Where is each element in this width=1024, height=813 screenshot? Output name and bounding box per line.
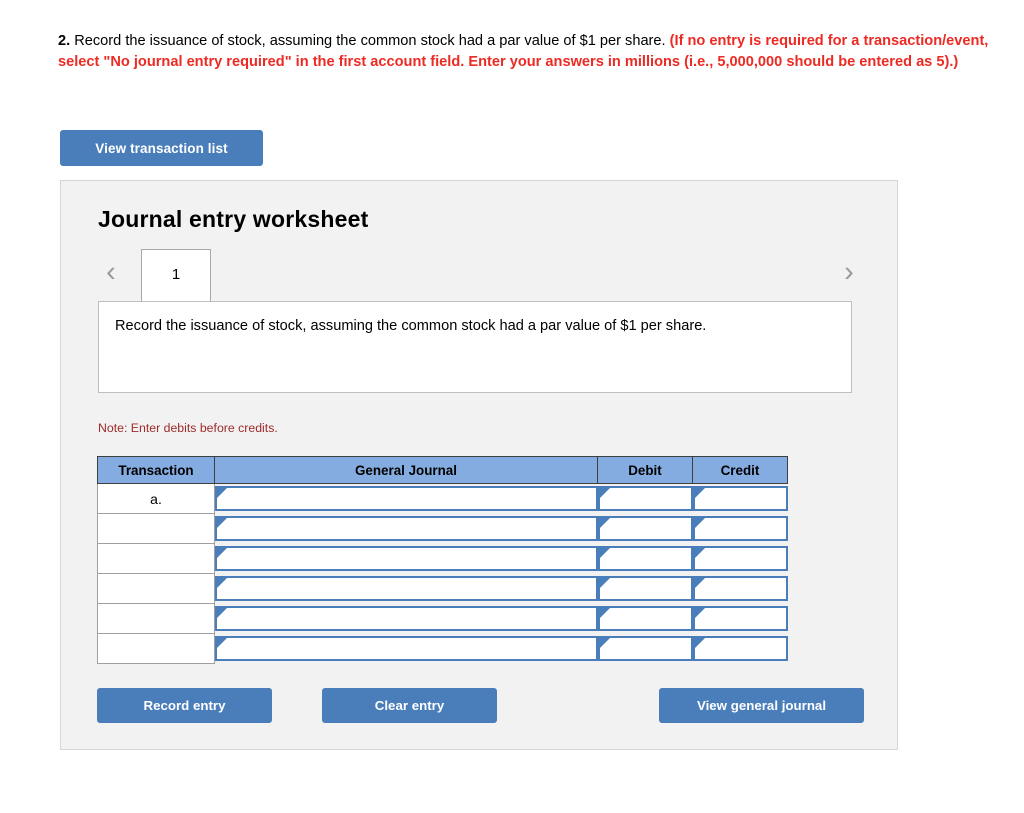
- field-marker-icon: [694, 578, 705, 588]
- table-row: [97, 543, 788, 574]
- field-marker-icon: [217, 518, 227, 528]
- field-marker-icon: [217, 578, 227, 588]
- field-marker-icon: [694, 518, 705, 528]
- field-marker-icon: [599, 608, 610, 618]
- column-header-general-journal: General Journal: [214, 456, 598, 484]
- general-journal-input-cell[interactable]: [214, 603, 598, 634]
- field-marker-icon: [599, 488, 610, 499]
- view-transaction-list-button[interactable]: View transaction list: [60, 130, 263, 166]
- credit-input-cell[interactable]: [692, 633, 788, 664]
- credit-input-cell[interactable]: [692, 483, 788, 514]
- question-prompt: Record the issuance of stock, assuming t…: [70, 33, 670, 49]
- journal-entry-worksheet-panel: Journal entry worksheet ‹ 1 › Record the…: [60, 180, 898, 750]
- debit-input-cell[interactable]: [597, 543, 693, 574]
- table-row: [97, 513, 788, 544]
- table-row: [97, 573, 788, 604]
- column-header-credit: Credit: [692, 456, 788, 484]
- debits-note: Note: Enter debits before credits.: [98, 421, 278, 435]
- general-journal-input-cell[interactable]: [214, 513, 598, 544]
- field-marker-icon: [217, 548, 227, 558]
- record-entry-button[interactable]: Record entry: [97, 688, 272, 723]
- debit-input-cell[interactable]: [597, 573, 693, 604]
- table-row: a.: [97, 483, 788, 514]
- view-general-journal-button[interactable]: View general journal: [659, 688, 864, 723]
- credit-input-cell[interactable]: [692, 573, 788, 604]
- chevron-right-icon[interactable]: ›: [836, 256, 862, 290]
- debit-input-cell[interactable]: [597, 603, 693, 634]
- field-marker-icon: [694, 608, 705, 618]
- transaction-label: [97, 633, 215, 664]
- column-header-debit: Debit: [597, 456, 693, 484]
- field-marker-icon: [217, 488, 227, 499]
- field-marker-icon: [694, 488, 705, 499]
- table-row: [97, 633, 788, 664]
- field-marker-icon: [217, 638, 227, 648]
- field-marker-icon: [599, 548, 610, 558]
- debit-input-cell[interactable]: [597, 633, 693, 664]
- field-marker-icon: [599, 578, 610, 588]
- worksheet-tab-strip: ‹ 1 ›: [98, 248, 862, 301]
- transaction-label: [97, 543, 215, 574]
- general-journal-input-cell[interactable]: [214, 633, 598, 664]
- general-journal-input-cell[interactable]: [214, 543, 598, 574]
- field-marker-icon: [599, 518, 610, 528]
- debit-input-cell[interactable]: [597, 513, 693, 544]
- field-marker-icon: [599, 638, 610, 648]
- clear-entry-button[interactable]: Clear entry: [322, 688, 497, 723]
- chevron-left-icon[interactable]: ‹: [98, 256, 124, 290]
- table-row: [97, 603, 788, 634]
- question-number: 2.: [58, 33, 71, 49]
- field-marker-icon: [217, 608, 227, 618]
- credit-input-cell[interactable]: [692, 543, 788, 574]
- general-journal-input-cell[interactable]: [214, 483, 598, 514]
- credit-input-cell[interactable]: [692, 603, 788, 634]
- column-header-transaction: Transaction: [97, 456, 215, 484]
- entry-description: Record the issuance of stock, assuming t…: [98, 301, 852, 393]
- transaction-label: a.: [97, 483, 215, 514]
- debit-input-cell[interactable]: [597, 483, 693, 514]
- transaction-label: [97, 573, 215, 604]
- transaction-label: [97, 603, 215, 634]
- journal-entry-table: Transaction General Journal Debit Credit…: [97, 456, 788, 664]
- general-journal-input-cell[interactable]: [214, 573, 598, 604]
- worksheet-tab-1[interactable]: 1: [141, 249, 211, 301]
- credit-input-cell[interactable]: [692, 513, 788, 544]
- page-title: Journal entry worksheet: [98, 206, 369, 232]
- transaction-label: [97, 513, 215, 544]
- question-block: 2. Record the issuance of stock, assumin…: [58, 31, 1020, 73]
- field-marker-icon: [694, 638, 705, 648]
- field-marker-icon: [694, 548, 705, 558]
- table-header-row: Transaction General Journal Debit Credit: [97, 456, 788, 484]
